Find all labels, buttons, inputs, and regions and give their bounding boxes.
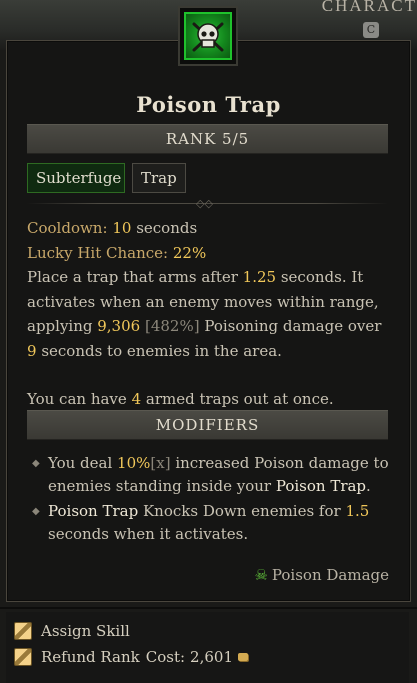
modifier-item: ◆ Poison Trap Knocks Down enemies for 1.…	[32, 502, 370, 543]
skill-name: Poison Trap	[136, 92, 281, 117]
damage-type-label: Poison Damage	[271, 566, 389, 584]
refund-rank-action[interactable]: Refund Rank Cost: 2,601	[14, 648, 248, 666]
tag-trap: Trap	[132, 163, 186, 193]
cost-value: 2,601	[190, 648, 233, 666]
modifiers-header: MODIFIERS	[27, 410, 388, 440]
modifiers-list: ◆ You deal 10%[x] increased Poison damag…	[30, 452, 390, 548]
bullet-icon: ◆	[32, 506, 40, 517]
damage-value: 9,306	[97, 317, 141, 335]
trap-count-value: 4	[131, 390, 142, 408]
mouse-button-icon	[14, 648, 32, 666]
assign-skill-action[interactable]: Assign Skill	[14, 622, 130, 640]
cooldown-label: Cooldown:	[27, 219, 108, 237]
cooldown-unit: seconds	[136, 219, 198, 237]
damage-type: ☠ Poison Damage	[254, 566, 389, 584]
mouse-button-icon	[14, 622, 32, 640]
lucky-hit-line: Lucky Hit Chance: 22%	[27, 241, 392, 266]
damage-percent: [482%]	[144, 317, 200, 335]
tag-subterfuge: Subterfuge	[27, 163, 125, 193]
bullet-icon: ◆	[32, 458, 40, 469]
arm-time-value: 1.25	[242, 268, 277, 286]
divider-ornament-icon: ◇◇	[196, 197, 213, 210]
window-title: CHARACT	[321, 0, 417, 15]
lucky-hit-label: Lucky Hit Chance:	[27, 243, 169, 262]
footer-separator	[0, 607, 417, 609]
rank-label: RANK 5/5	[27, 124, 388, 154]
key-hint-badge: C	[363, 22, 379, 38]
assign-skill-label: Assign Skill	[41, 622, 130, 640]
poison-trap-skull-icon	[178, 6, 238, 66]
modifier-item: ◆ You deal 10%[x] increased Poison damag…	[32, 454, 389, 495]
skill-description: Cooldown: 10 seconds Lucky Hit Chance: 2…	[27, 216, 392, 412]
description-paragraph-2: You can have 4 armed traps out at once.	[27, 390, 334, 408]
lucky-hit-value: 22%	[172, 243, 207, 262]
refund-rank-label: Refund Rank	[41, 648, 140, 666]
poison-skull-icon: ☠	[254, 566, 268, 584]
gold-icon	[238, 653, 248, 661]
cooldown-line: Cooldown: 10 seconds	[27, 216, 392, 241]
duration-value: 9	[27, 341, 37, 360]
cooldown-value: 10	[112, 219, 132, 237]
cost-label: Cost:	[145, 648, 186, 666]
description-paragraph-1: Place a trap that arms after 1.25 second…	[27, 268, 382, 360]
